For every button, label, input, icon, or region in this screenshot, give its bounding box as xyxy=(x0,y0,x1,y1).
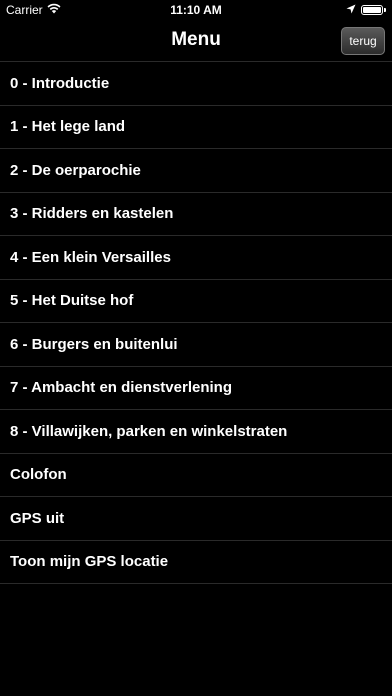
menu-item-colofon[interactable]: Colofon xyxy=(0,454,392,497)
battery-fill xyxy=(363,7,381,13)
status-bar: Carrier 11:10 AM xyxy=(0,0,392,20)
menu-item-villawijken[interactable]: 8 - Villawijken, parken en winkelstraten xyxy=(0,410,392,454)
menu-list: 0 - Introductie 1 - Het lege land 2 - De… xyxy=(0,62,392,584)
menu-item-het-lege-land[interactable]: 1 - Het lege land xyxy=(0,106,392,149)
navigation-bar: Menu terug xyxy=(0,20,392,62)
battery-icon xyxy=(361,5,383,15)
back-button[interactable]: terug xyxy=(341,27,385,55)
menu-item-ambacht-en-dienstverlening[interactable]: 7 - Ambacht en dienstverlening xyxy=(0,367,392,410)
menu-item-het-duitse-hof[interactable]: 5 - Het Duitse hof xyxy=(0,280,392,323)
menu-item-een-klein-versailles[interactable]: 4 - Een klein Versailles xyxy=(0,236,392,280)
menu-item-gps-uit[interactable]: GPS uit xyxy=(0,497,392,541)
status-right xyxy=(346,3,386,17)
battery-tip xyxy=(384,8,386,12)
location-arrow-icon xyxy=(346,3,356,17)
status-time: 11:10 AM xyxy=(170,3,222,17)
menu-item-introductie[interactable]: 0 - Introductie xyxy=(0,62,392,106)
menu-item-de-oerparochie[interactable]: 2 - De oerparochie xyxy=(0,149,392,193)
menu-item-toon-gps-locatie[interactable]: Toon mijn GPS locatie xyxy=(0,541,392,584)
menu-item-burgers-en-buitenlui[interactable]: 6 - Burgers en buitenlui xyxy=(0,323,392,367)
menu-item-ridders-en-kastelen[interactable]: 3 - Ridders en kastelen xyxy=(0,193,392,236)
page-title: Menu xyxy=(171,29,221,50)
